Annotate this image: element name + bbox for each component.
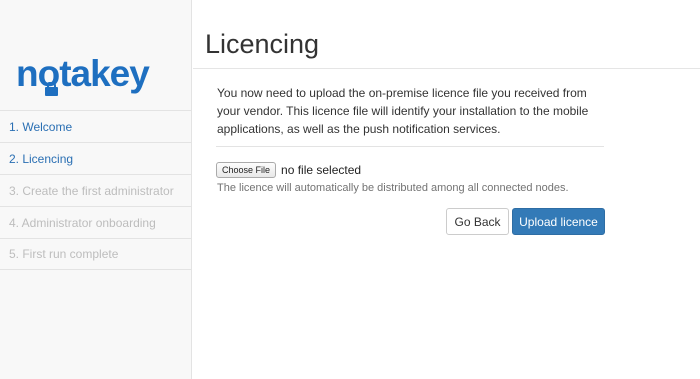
- step-administrator-onboarding: 4. Administrator onboarding: [0, 206, 191, 238]
- page-title: Licencing: [205, 29, 320, 59]
- step-first-run-complete: 5. First run complete: [0, 238, 191, 270]
- intro-text: You now need to upload the on-premise li…: [217, 86, 589, 136]
- lock-icon: [45, 82, 58, 96]
- help-text: The licence will automatically be distri…: [217, 182, 569, 194]
- notakey-logo: notakey: [16, 52, 176, 100]
- step-create-administrator: 3. Create the first administrator: [0, 174, 191, 206]
- choose-file-button[interactable]: Choose File: [216, 162, 277, 178]
- step-welcome[interactable]: 1. Welcome: [0, 110, 191, 142]
- main-content: Licencing You now need to upload the on-…: [193, 0, 700, 379]
- wizard-steps: 1. Welcome 2. Licencing 3. Create the fi…: [0, 110, 191, 270]
- logo-text: notakey: [16, 53, 150, 94]
- file-status: no file selected: [281, 163, 362, 177]
- upload-licence-button[interactable]: Upload licence: [512, 208, 605, 235]
- file-input-row: Choose File no file selected: [216, 162, 361, 178]
- title-divider: [193, 68, 700, 69]
- step-licencing[interactable]: 2. Licencing: [0, 142, 191, 174]
- sidebar: notakey 1. Welcome 2. Licencing 3. Creat…: [0, 0, 192, 379]
- go-back-button[interactable]: Go Back: [446, 208, 509, 235]
- section-divider: [216, 146, 604, 147]
